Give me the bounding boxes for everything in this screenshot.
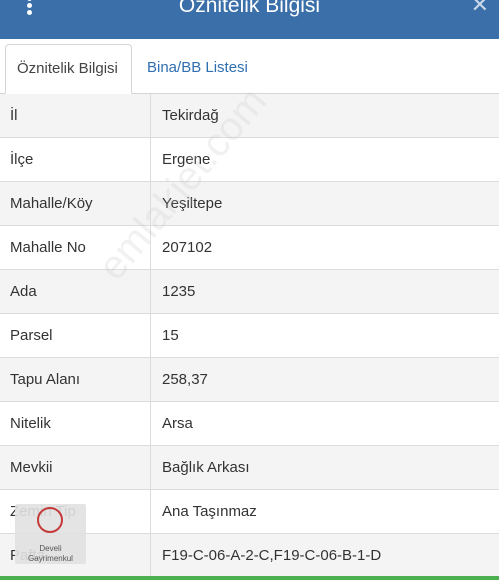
row-label: Parsel: [0, 314, 151, 357]
row-label: Tapu Alanı: [0, 358, 151, 401]
table-row: Mahalle/Köy Yeşiltepe: [0, 182, 499, 226]
row-value: Tekirdağ: [162, 107, 219, 124]
row-label: Mahalle No: [0, 226, 151, 269]
tab-building-list[interactable]: Bina/BB Listesi: [136, 44, 259, 94]
row-value: Bağlık Arkası: [162, 459, 250, 476]
table-row: Ada 1235: [0, 270, 499, 314]
row-value: 1235: [162, 283, 196, 300]
close-icon[interactable]: ✕: [471, 0, 489, 16]
row-value: 258,37: [162, 371, 208, 388]
logo-subtext: Gayrimenkul: [28, 554, 73, 563]
row-value: Ana Taşınmaz: [162, 503, 257, 520]
row-value: Ergene: [162, 151, 211, 168]
bottom-accent-bar: [0, 576, 499, 580]
row-value: Yeşiltepe: [162, 195, 223, 212]
logo-text: Develi: [39, 544, 62, 553]
table-row: Mahalle No 207102: [0, 226, 499, 270]
table-row: Tapu Alanı 258,37: [0, 358, 499, 402]
company-logo: Develi Gayrimenkul: [15, 504, 86, 564]
table-row: İlçe Ergene: [0, 138, 499, 182]
table-row: İl Tekirdağ: [0, 94, 499, 138]
row-label: İlçe: [0, 138, 151, 181]
row-value: 15: [162, 327, 179, 344]
row-value: Arsa: [162, 415, 193, 432]
tab-bar: Öznitelik Bilgisi Bina/BB Listesi: [0, 39, 499, 94]
row-label: Ada: [0, 270, 151, 313]
table-row: Parsel 15: [0, 314, 499, 358]
row-value: F19-C-06-A-2-C,F19-C-06-B-1-D: [162, 547, 382, 564]
logo-mark-icon: [37, 507, 63, 533]
row-label: Nitelik: [0, 402, 151, 445]
row-value: 207102: [162, 239, 213, 256]
row-label: Mevkii: [0, 446, 151, 489]
row-label: Mahalle/Köy: [0, 182, 151, 225]
page-title: Öznitelik Bilgisi: [178, 0, 321, 17]
row-label: İl: [0, 94, 151, 137]
app-header: Öznitelik Bilgisi ✕: [0, 0, 499, 39]
table-row: Mevkii Bağlık Arkası: [0, 446, 499, 490]
table-row: Nitelik Arsa: [0, 402, 499, 446]
tab-attribute-info[interactable]: Öznitelik Bilgisi: [5, 44, 132, 94]
